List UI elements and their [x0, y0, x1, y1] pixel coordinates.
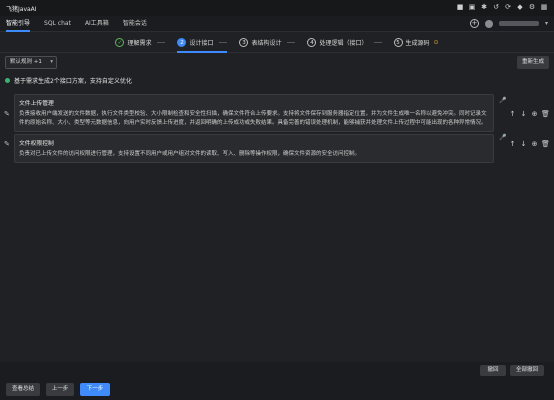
step-label: 表结构设计	[251, 40, 282, 47]
prev-step-button[interactable]: 上一步	[46, 383, 74, 396]
card-description[interactable]: 负责接收用户端发送的文件数据，执行文件类型校验、大小限制检查和安全性扫描，确保文…	[19, 110, 489, 128]
apps-icon[interactable]: ▦	[540, 3, 548, 11]
undo-all-button[interactable]: 全部撤回	[510, 365, 544, 376]
card-title: 文件权限控制	[19, 141, 54, 147]
gear-icon[interactable]: ⚙	[528, 3, 536, 11]
settings-sub-icon[interactable]: ✱	[480, 3, 488, 11]
step-generate[interactable]: 5 生成源码 ⊙	[393, 33, 439, 53]
undo-button[interactable]: 撤回	[480, 365, 506, 376]
step-separator	[287, 42, 296, 43]
tab-sql-chat[interactable]: SQL chat	[44, 16, 71, 32]
edit-icon[interactable]: ✎	[4, 111, 11, 118]
step-number: 4	[307, 38, 317, 47]
tab-ai-toolbox[interactable]: AI工具箱	[85, 16, 109, 32]
api-card[interactable]: 文件权限控制 负责对已上传文件的访问权限进行管理，支持设置不同用户或用户组对文件…	[14, 134, 494, 163]
step-label: 设计接口	[189, 40, 214, 47]
step-number: 5	[393, 38, 403, 47]
microphone-icon[interactable]: 🎤	[499, 134, 506, 142]
undo-group: 撤回 全部撤回	[480, 365, 544, 376]
step-design-api[interactable]: 2 设计接口	[177, 33, 228, 53]
refresh-icon[interactable]: ⟳	[504, 3, 512, 11]
step-separator	[157, 42, 166, 43]
image-icon[interactable]: ▣	[468, 3, 476, 11]
view-summary-button[interactable]: 查看总结	[6, 383, 40, 396]
user-name[interactable]	[498, 21, 539, 26]
briefcase-icon[interactable]: ■	[456, 3, 464, 11]
rule-select[interactable]: 默认规则 +1 ▾	[5, 56, 57, 69]
card-description[interactable]: 负责对已上传文件的访问权限进行管理，支持设置不同用户或用户组对文件的读取、写入、…	[19, 150, 489, 159]
card-actions: ↑ ↓ ⊕ 🗑	[508, 140, 550, 148]
tab-smart-session[interactable]: 智能会话	[123, 16, 147, 32]
step-table-design[interactable]: 3 表结构设计	[239, 33, 296, 53]
regenerate-button[interactable]: 重新生成	[517, 56, 549, 69]
chevron-down-icon: ▾	[50, 59, 53, 65]
card-actions: ↑ ↓ ⊕ 🗑	[508, 110, 550, 118]
step-separator	[219, 42, 228, 43]
shield-icon[interactable]: ◆	[516, 3, 524, 11]
app-title: 飞猪JavaAI	[6, 5, 37, 13]
check-icon: ✓	[115, 38, 125, 47]
microphone-icon[interactable]: 🎤	[499, 97, 506, 105]
step-logic[interactable]: 4 处理逻辑（接口）	[307, 33, 382, 53]
arrow-up-icon[interactable]: ↑	[508, 110, 517, 118]
add-circle-icon[interactable]: ⊕	[530, 140, 539, 148]
step-progress: ✓ 理解需求 2 设计接口 3 表结构设计 4 处理逻辑（接口） 5 生成源码 …	[0, 33, 554, 53]
main-nav: 智能引导 SQL chat AI工具箱 智能会话 + ▾	[0, 16, 554, 32]
rule-select-value: 默认规则 +1	[10, 59, 42, 65]
arrow-up-icon[interactable]: ↑	[508, 140, 517, 148]
tab-smart-guide[interactable]: 智能引导	[6, 16, 31, 32]
step-separator	[373, 42, 382, 43]
status-dot	[5, 78, 10, 83]
next-step-button[interactable]: 下一步	[80, 383, 110, 396]
chevron-down-icon[interactable]: ▾	[545, 20, 548, 27]
step-label: 生成源码	[405, 40, 430, 47]
add-icon[interactable]: +	[469, 19, 479, 28]
step-understand[interactable]: ✓ 理解需求	[115, 33, 166, 53]
hint-message: 基于需求生成2个接口方案，支持自定义优化	[5, 76, 132, 85]
toolbar: 默认规则 +1 ▾ 重新生成	[5, 56, 549, 70]
add-circle-icon[interactable]: ⊕	[530, 110, 539, 118]
step-number: 3	[239, 38, 249, 47]
arrow-down-icon[interactable]: ↓	[519, 140, 528, 148]
arrow-down-icon[interactable]: ↓	[519, 110, 528, 118]
card-title: 文件上传管理	[19, 101, 54, 107]
window-controls: ■ ▣ ✱ ↺ ⟳ ◆ ⚙ ▦	[456, 3, 548, 11]
trash-icon[interactable]: 🗑	[541, 110, 550, 118]
edit-icon[interactable]: ✎	[4, 141, 11, 148]
user-area: + ▾	[469, 19, 548, 28]
avatar[interactable]	[484, 19, 493, 28]
step-number: 2	[177, 38, 187, 47]
footer-actions: 查看总结 上一步 下一步	[6, 383, 110, 396]
step-label: 处理逻辑（接口）	[319, 40, 368, 47]
hint-text: 基于需求生成2个接口方案，支持自定义优化	[14, 78, 132, 85]
trash-icon[interactable]: 🗑	[541, 140, 550, 148]
api-card[interactable]: 文件上传管理 负责接收用户端发送的文件数据，执行文件类型校验、大小限制检查和安全…	[14, 94, 494, 132]
title-bar: 飞猪JavaAI ■ ▣ ✱ ↺ ⟳ ◆ ⚙ ▦	[0, 0, 554, 16]
history-icon[interactable]: ↺	[492, 3, 500, 11]
warning-icon: ⊙	[433, 39, 439, 46]
step-label: 理解需求	[127, 40, 152, 47]
